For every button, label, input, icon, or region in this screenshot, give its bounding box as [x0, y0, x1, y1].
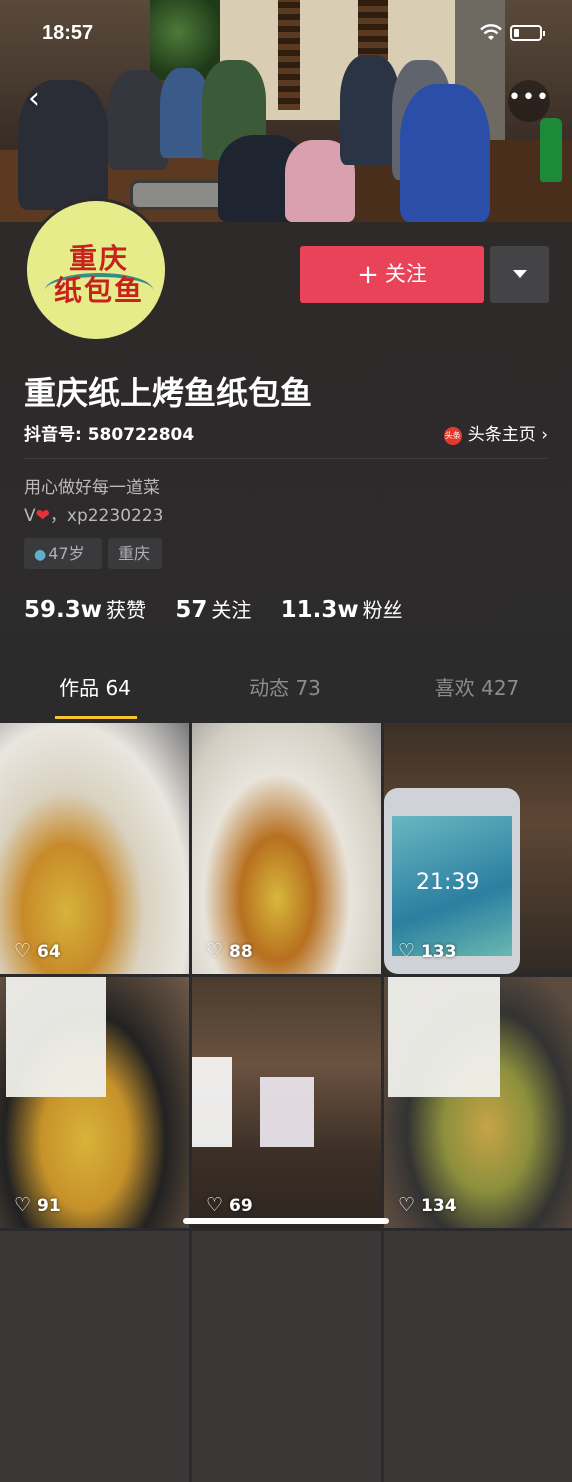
video-thumbnail[interactable]: ♡ 64	[0, 723, 189, 974]
profile-name: 重庆纸上烤鱼纸包鱼	[24, 374, 313, 412]
like-count-value: 69	[229, 1196, 253, 1216]
douyin-id: 抖音号: 580722804	[24, 425, 195, 445]
heart-outline-icon: ♡	[398, 940, 416, 962]
like-count-value: 133	[421, 942, 457, 962]
person-icon: ●	[34, 547, 47, 563]
like-count-value: 91	[37, 1196, 61, 1216]
video-thumbnail[interactable]: ♡ 91	[0, 977, 189, 1228]
heart-outline-icon: ♡	[206, 1194, 224, 1216]
toutiao-link-label: 头条主页 ›	[467, 425, 548, 445]
profile-section: 重庆 纸包鱼 + 关注 重庆纸上烤鱼纸包鱼 抖音号: 580722804 头条 头条…	[0, 198, 572, 722]
city-tag: 重庆	[108, 538, 162, 569]
fans-label[interactable]: 粉丝	[363, 598, 403, 622]
video-thumbnail[interactable]: ♡ 88	[192, 723, 381, 974]
avatar-logo-text-2: 纸包鱼	[53, 274, 144, 307]
banner-diner	[340, 55, 400, 165]
tab-liked[interactable]: 喜欢 427	[382, 672, 572, 701]
like-count-value: 64	[37, 942, 61, 962]
bio-wechat: ，xp2230223	[49, 506, 164, 526]
video-thumbnail[interactable]: ♡ 134	[384, 977, 572, 1228]
bio-line-1: 用心做好每一道菜	[24, 478, 160, 498]
follow-button-label: 关注	[384, 262, 427, 286]
banner-pan	[130, 180, 226, 210]
divider	[24, 458, 548, 459]
bio-line-2: V❤，xp2230223	[24, 501, 163, 526]
like-count: ♡ 91	[14, 1194, 61, 1216]
like-count: ♡ 134	[398, 1194, 457, 1216]
more-dots-icon[interactable]: •••	[508, 80, 550, 122]
paper-graphic	[388, 977, 500, 1097]
bio-prefix: V	[24, 506, 36, 526]
profile-tabs: 作品 64 动态 73 喜欢 427	[0, 672, 572, 722]
video-thumbnail[interactable]: ♡ 69	[192, 977, 381, 1228]
video-thumbnail[interactable]	[192, 1231, 381, 1482]
toutiao-icon: 头条	[443, 427, 462, 445]
tab-updates[interactable]: 动态 73	[190, 672, 380, 701]
avatar[interactable]: 重庆 纸包鱼	[24, 198, 168, 342]
red-heart-icon: ❤	[35, 506, 50, 526]
toutiao-homepage-link[interactable]: 头条 头条主页 ›	[443, 420, 548, 445]
phone-screen: 21:39	[392, 816, 512, 956]
likes-count: 59.3w	[24, 597, 102, 623]
like-count-value: 134	[421, 1196, 457, 1216]
fans-count[interactable]: 11.3w	[281, 597, 359, 623]
active-tab-indicator	[55, 716, 137, 719]
tab-works[interactable]: 作品 64	[0, 672, 190, 701]
diner-graphic	[192, 1057, 232, 1147]
status-time: 18:57	[42, 22, 94, 44]
age-tag-label: 47岁	[48, 544, 85, 563]
age-tag: ● 47岁	[24, 538, 102, 569]
recommend-dropdown-button[interactable]	[490, 246, 549, 303]
banner-screen	[278, 0, 300, 110]
triangle-down-icon	[513, 270, 527, 278]
video-thumbnail[interactable]	[384, 1231, 572, 1482]
like-count-value: 88	[229, 942, 253, 962]
plus-icon: +	[357, 260, 379, 290]
phone-clock: 21:39	[416, 870, 480, 895]
back-chevron-icon[interactable]: ‹	[28, 84, 54, 114]
wifi-icon	[480, 24, 502, 40]
heart-outline-icon: ♡	[14, 940, 32, 962]
like-count: ♡ 88	[206, 940, 253, 962]
like-count: ♡ 69	[206, 1194, 253, 1216]
heart-outline-icon: ♡	[206, 940, 224, 962]
paper-graphic	[6, 977, 106, 1097]
video-thumbnail[interactable]: 21:39 ♡ 133	[384, 723, 572, 974]
diner-graphic	[260, 1077, 314, 1147]
following-count[interactable]: 57	[175, 597, 207, 623]
follow-button[interactable]: + 关注	[300, 246, 484, 303]
video-grid: ♡ 64 ♡ 88 21:39 ♡ 133 ♡ 91 ♡ 69 ♡ 134	[0, 723, 572, 1482]
profile-stats: 59.3w 获赞 57 关注 11.3w 粉丝	[24, 594, 425, 623]
following-label[interactable]: 关注	[211, 598, 251, 622]
heart-outline-icon: ♡	[398, 1194, 416, 1216]
banner-diner	[400, 84, 490, 222]
city-tag-label: 重庆	[118, 544, 151, 563]
banner-bottle	[540, 118, 562, 182]
likes-label: 获赞	[106, 598, 146, 622]
banner-diner	[108, 70, 168, 170]
home-indicator[interactable]	[183, 1218, 389, 1224]
video-thumbnail[interactable]	[0, 1231, 189, 1482]
like-count: ♡ 133	[398, 940, 457, 962]
like-count: ♡ 64	[14, 940, 61, 962]
battery-icon	[510, 25, 545, 41]
status-bar: 18:57	[0, 22, 572, 50]
heart-outline-icon: ♡	[14, 1194, 32, 1216]
